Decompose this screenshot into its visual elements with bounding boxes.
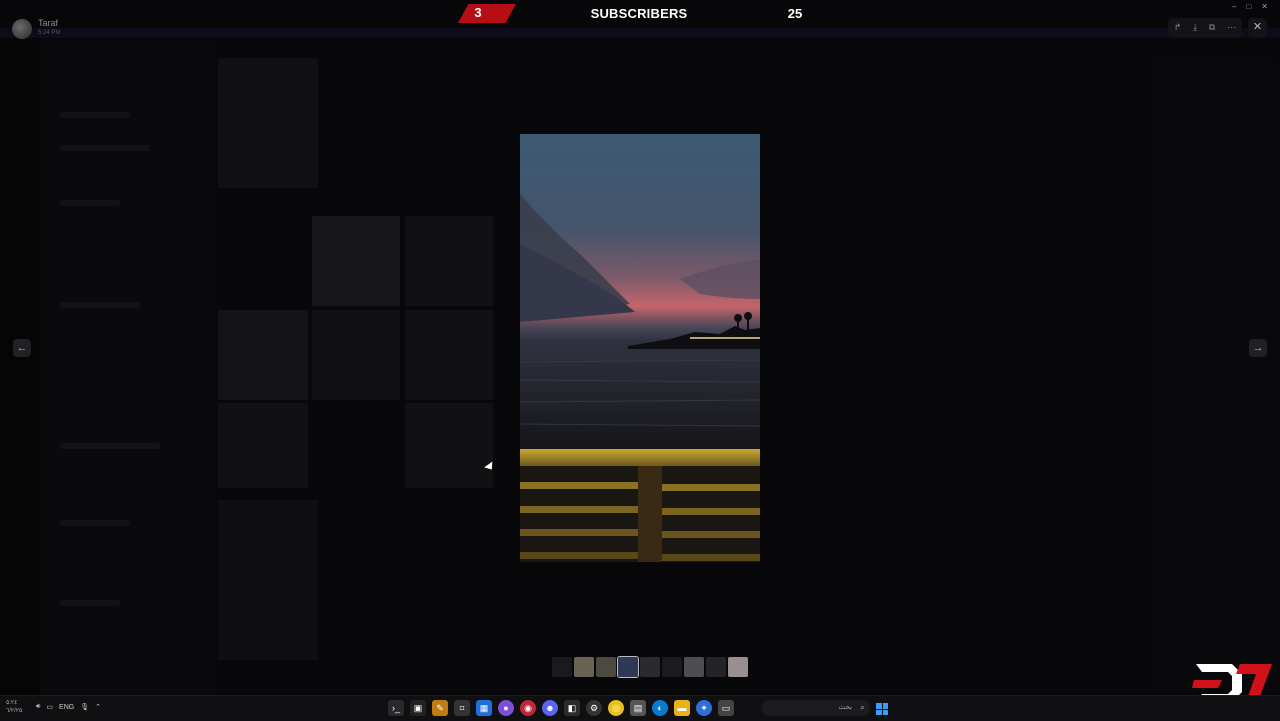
sketch-app-icon[interactable]: ✎	[432, 700, 448, 716]
avatar[interactable]	[12, 19, 32, 39]
thumbnail-selected[interactable]	[617, 656, 639, 678]
channel-row	[60, 145, 150, 151]
channel-row	[60, 443, 160, 449]
subscribers-title: SUBSCRIBERS	[590, 6, 688, 21]
steam-icon[interactable]: ⚙	[586, 700, 602, 716]
taskbar-search[interactable]: بحث ⌕	[762, 700, 870, 716]
taskview-icon[interactable]: ▭	[718, 700, 734, 716]
channel-row	[60, 600, 120, 606]
clock-time: ٥:٢٤	[6, 700, 18, 706]
calculator-icon[interactable]: ▤	[630, 700, 646, 716]
gallery-tile	[405, 310, 493, 400]
channel-row	[60, 302, 140, 308]
channel-list	[40, 40, 215, 695]
search-placeholder: بحث	[838, 704, 852, 711]
thumbnail[interactable]	[640, 657, 660, 677]
server-sidebar	[0, 40, 40, 695]
system-tray: 🔊︎ ▭ ENG 🎙︎ ⌃	[36, 703, 101, 711]
thumbnail[interactable]	[728, 657, 748, 677]
chrome-icon[interactable]: ◎	[608, 700, 624, 716]
store-icon[interactable]: ▦	[476, 700, 492, 716]
gallery-tile	[218, 403, 308, 488]
subscriber-count-right: 25	[787, 6, 803, 21]
header-strip	[0, 28, 1280, 38]
chevron-up-icon[interactable]: ⌃	[95, 703, 101, 711]
author-name: Taraf	[38, 18, 59, 28]
folder-icon[interactable]: ▬	[674, 700, 690, 716]
app-icon[interactable]: ◧	[564, 700, 580, 716]
search-icon: ⌕	[859, 702, 865, 712]
edge-icon[interactable]: ◐	[652, 700, 668, 716]
media-app-icon[interactable]: ▣	[410, 700, 426, 716]
capture-icon[interactable]: ⌗	[454, 700, 470, 716]
thumbnail[interactable]	[662, 657, 682, 677]
language-indicator[interactable]: ENG	[59, 704, 74, 711]
taskbar-apps: ›_ ▣ ✎ ⌗ ▦ ● ◉ ☻ ◧ ⚙ ◎ ▤ ◐ ▬ ✦ ▭	[388, 700, 734, 716]
thumbnail[interactable]	[552, 657, 572, 677]
channel-row	[60, 112, 130, 118]
volume-icon[interactable]: 🔊︎	[36, 703, 40, 711]
thumbnail-strip	[552, 656, 748, 679]
viewer-toolbar: ↱ ⤓ ⧉ ⋯	[1168, 18, 1242, 37]
clock-date: ٦/٢/٢٥	[6, 708, 23, 714]
discord-icon[interactable]: ☻	[542, 700, 558, 716]
gallery-tile	[218, 500, 318, 660]
app-icon[interactable]: ◉	[520, 700, 536, 716]
previous-image-button[interactable]: ←	[13, 339, 31, 357]
more-icon[interactable]: ⋯	[1227, 22, 1236, 33]
next-image-button[interactable]: →	[1249, 339, 1267, 357]
microphone-icon[interactable]: 🎙︎	[80, 703, 89, 711]
clock[interactable]: ٥:٢٤ ٦/٢/٢٥	[6, 699, 22, 715]
thumbnail[interactable]	[684, 657, 704, 677]
network-icon[interactable]: ▭	[46, 703, 53, 711]
gallery-tile	[312, 310, 400, 400]
subscriber-count-left: 3	[474, 5, 482, 20]
maximize-icon[interactable]: □	[1246, 2, 1251, 11]
window-controls: – □ ✕	[1232, 2, 1268, 11]
gallery-tile	[405, 403, 493, 488]
open-external-icon[interactable]: ⧉	[1209, 22, 1215, 33]
minimize-icon[interactable]: –	[1232, 2, 1236, 11]
window-close-icon[interactable]: ✕	[1261, 2, 1268, 11]
download-icon[interactable]: ⤓	[1193, 22, 1197, 33]
close-viewer-button[interactable]: ✕	[1248, 18, 1267, 37]
terminal-icon[interactable]: ›_	[388, 700, 404, 716]
channel-row	[60, 520, 130, 526]
thumbnail[interactable]	[596, 657, 616, 677]
post-time: 5:24 PM	[38, 30, 61, 36]
gallery-tile	[312, 216, 400, 306]
member-list	[1150, 60, 1275, 690]
main-image	[520, 134, 760, 562]
start-icon[interactable]	[876, 703, 888, 715]
gallery-tile	[218, 58, 318, 188]
gallery-tile	[405, 216, 493, 306]
app-icon[interactable]: ●	[498, 700, 514, 716]
gallery-tile	[218, 310, 308, 400]
forward-icon[interactable]: ↱	[1174, 22, 1182, 33]
thumbnail[interactable]	[574, 657, 594, 677]
copilot-icon[interactable]: ✦	[696, 700, 712, 716]
channel-row	[60, 200, 120, 206]
thumbnail[interactable]	[706, 657, 726, 677]
